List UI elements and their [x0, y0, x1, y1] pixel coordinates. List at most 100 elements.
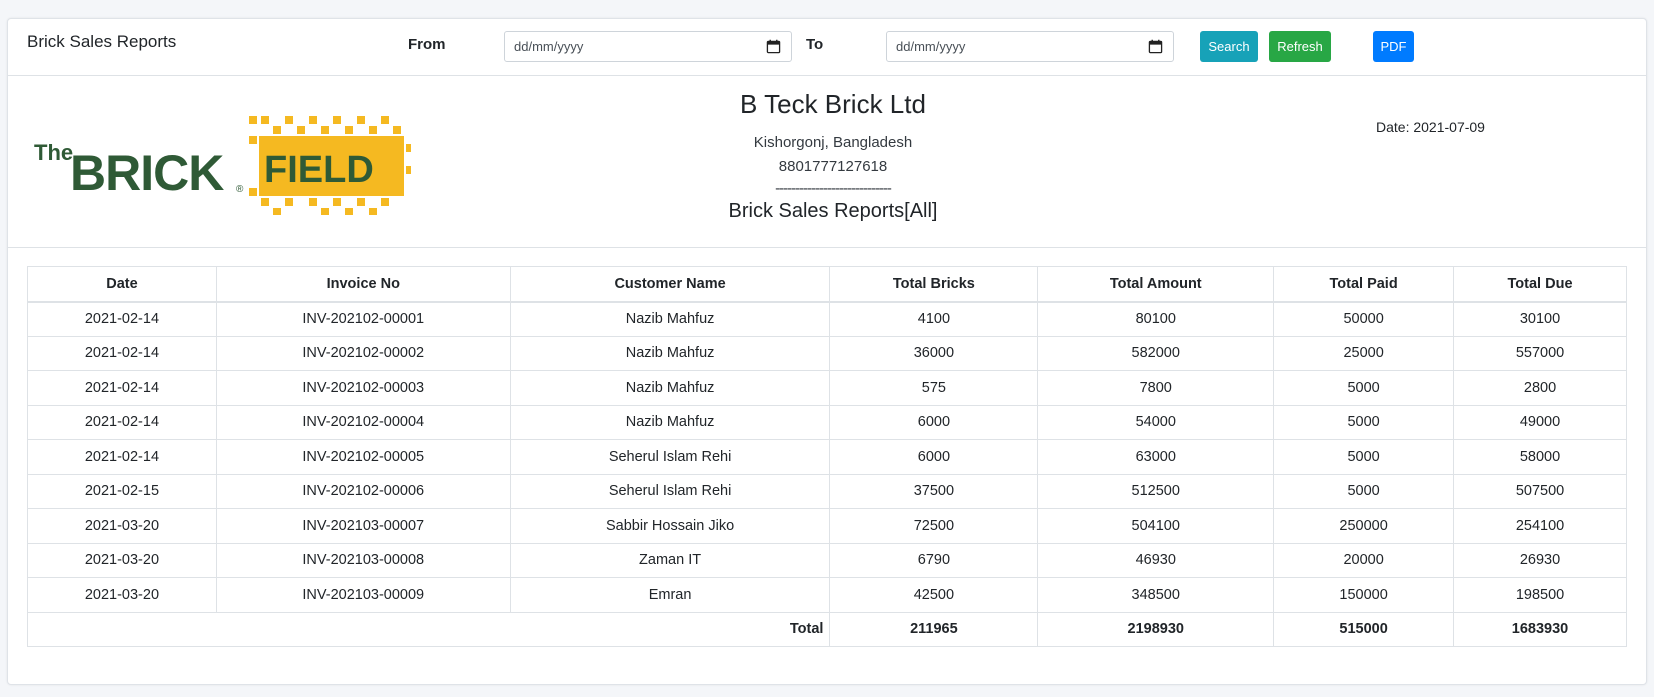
col-header-invoice: Invoice No	[215, 266, 511, 303]
report-title: Brick Sales Reports[All]	[728, 200, 938, 222]
refresh-button[interactable]: Refresh	[1269, 31, 1331, 62]
cell-total-paid: 20000	[1273, 542, 1455, 578]
table-row: 2021-02-14 INV-202102-00003 Nazib Mahfuz 57…	[27, 370, 1627, 406]
cell-total-amount: 582000	[1037, 335, 1275, 371]
cell-total-bricks: 6000	[829, 439, 1039, 475]
cell-total-bricks: 575	[829, 370, 1039, 406]
logo-field-text: FIELD	[264, 149, 374, 191]
calendar-icon[interactable]	[1148, 39, 1163, 54]
cell-total-amount: 512500	[1037, 473, 1275, 509]
logo-the-text: The	[34, 140, 73, 165]
cell-total-amount: 348500	[1037, 577, 1275, 613]
total-paid: 515000	[1273, 611, 1455, 647]
cell-date: 2021-02-14	[27, 301, 217, 337]
cell-invoice-no: INV-202102-00001	[215, 301, 511, 337]
cell-total-due: 26930	[1453, 542, 1627, 578]
cell-date: 2021-03-20	[27, 508, 217, 544]
total-due: 1683930	[1453, 611, 1627, 647]
cell-total-amount: 7800	[1037, 370, 1275, 406]
cell-invoice-no: INV-202102-00005	[215, 439, 511, 475]
cell-total-amount: 46930	[1037, 542, 1275, 578]
cell-customer-name: Sabbir Hossain Jiko	[509, 508, 831, 544]
table-row: 2021-02-14 INV-202102-00005 Seherul Islam …	[27, 439, 1627, 475]
table-row: 2021-02-14 INV-202102-00001 Nazib Mahfuz 41…	[27, 301, 1627, 337]
to-date-placeholder: dd/mm/yyyy	[896, 39, 966, 54]
cell-total-amount: 63000	[1037, 439, 1275, 475]
to-date-input[interactable]: dd/mm/yyyy	[886, 31, 1174, 62]
company-phone: 8801777127618	[778, 158, 888, 175]
table-row: 2021-03-20 INV-202103-00009 Emran 42500 3485…	[27, 577, 1627, 613]
cell-invoice-no: INV-202102-00004	[215, 404, 511, 440]
cell-invoice-no: INV-202102-00003	[215, 370, 511, 406]
report-header: The BRICK ® FIELD B Teck Brick Ltd Kisho…	[8, 76, 1646, 248]
company-address: Kishorgonj, Bangladesh	[753, 134, 913, 151]
cell-total-bricks: 42500	[829, 577, 1039, 613]
total-amount: 2198930	[1037, 611, 1275, 647]
company-name: B Teck Brick Ltd	[740, 89, 926, 119]
cell-total-due: 58000	[1453, 439, 1627, 475]
cell-customer-name: Zaman IT	[509, 542, 831, 578]
totals-row: Total 211965 2198930 515000 1683930	[26, 611, 1627, 647]
report-card: Brick Sales Reports From dd/mm/yyyy To d…	[7, 18, 1647, 685]
from-date-placeholder: dd/mm/yyyy	[514, 39, 584, 54]
filter-bar: Brick Sales Reports From dd/mm/yyyy To d…	[8, 19, 1646, 76]
total-bricks: 211965	[829, 611, 1039, 647]
cell-customer-name: Emran	[509, 577, 831, 613]
cell-date: 2021-03-20	[27, 542, 217, 578]
cell-invoice-no: INV-202103-00007	[215, 508, 511, 544]
page-title: Brick Sales Reports	[27, 32, 177, 51]
from-label: From	[408, 36, 446, 53]
calendar-icon[interactable]	[766, 39, 781, 54]
col-header-customer: Customer Name	[509, 266, 831, 303]
cell-total-paid: 5000	[1273, 370, 1455, 406]
cell-total-due: 557000	[1453, 335, 1627, 371]
cell-total-paid: 5000	[1273, 404, 1455, 440]
cell-total-paid: 25000	[1273, 335, 1455, 371]
cell-date: 2021-02-15	[27, 473, 217, 509]
cell-total-due: 49000	[1453, 404, 1627, 440]
cell-total-bricks: 36000	[829, 335, 1039, 371]
cell-total-paid: 150000	[1273, 577, 1455, 613]
cell-date: 2021-02-14	[27, 439, 217, 475]
col-header-date: Date	[27, 266, 217, 303]
table-header-row: Date Invoice No Customer Name Total Bric…	[27, 266, 1627, 303]
report-date: Date: 2021-07-09	[1376, 119, 1485, 135]
cell-customer-name: Nazib Mahfuz	[509, 370, 831, 406]
cell-invoice-no: INV-202103-00009	[215, 577, 511, 613]
table-row: 2021-03-20 INV-202103-00008 Zaman IT 6790 46…	[27, 542, 1627, 578]
col-header-due: Total Due	[1453, 266, 1627, 303]
cell-total-due: 507500	[1453, 473, 1627, 509]
cell-total-due: 198500	[1453, 577, 1627, 613]
table-row: 2021-02-15 INV-202102-00006 Seherul Islam …	[27, 473, 1627, 509]
logo-brick-text: BRICK	[70, 145, 224, 201]
cell-date: 2021-03-20	[27, 577, 217, 613]
sales-table: Date Invoice No Customer Name Total Bric…	[26, 266, 1627, 647]
pdf-button[interactable]: PDF	[1373, 31, 1414, 62]
cell-total-bricks: 6000	[829, 404, 1039, 440]
cell-date: 2021-02-14	[27, 335, 217, 371]
cell-total-amount: 54000	[1037, 404, 1275, 440]
cell-invoice-no: INV-202102-00002	[215, 335, 511, 371]
cell-total-due: 254100	[1453, 508, 1627, 544]
col-header-amount: Total Amount	[1037, 266, 1275, 303]
cell-total-paid: 5000	[1273, 439, 1455, 475]
cell-date: 2021-02-14	[27, 370, 217, 406]
cell-customer-name: Nazib Mahfuz	[509, 301, 831, 337]
cell-total-bricks: 72500	[829, 508, 1039, 544]
cell-total-bricks: 37500	[829, 473, 1039, 509]
cell-total-due: 2800	[1453, 370, 1627, 406]
cell-total-paid: 5000	[1273, 473, 1455, 509]
cell-date: 2021-02-14	[27, 404, 217, 440]
cell-total-bricks: 6790	[829, 542, 1039, 578]
from-date-input[interactable]: dd/mm/yyyy	[504, 31, 792, 62]
cell-total-amount: 80100	[1037, 301, 1275, 337]
divider-dashes: -----------------------------	[775, 180, 892, 197]
cell-total-bricks: 4100	[829, 301, 1039, 337]
table-row: 2021-02-14 INV-202102-00002 Nazib Mahfuz 36…	[27, 335, 1627, 371]
col-header-paid: Total Paid	[1273, 266, 1455, 303]
total-label: Total	[26, 611, 831, 647]
cell-total-paid: 250000	[1273, 508, 1455, 544]
cell-customer-name: Nazib Mahfuz	[509, 335, 831, 371]
search-button[interactable]: Search	[1200, 31, 1258, 62]
cell-total-amount: 504100	[1037, 508, 1275, 544]
